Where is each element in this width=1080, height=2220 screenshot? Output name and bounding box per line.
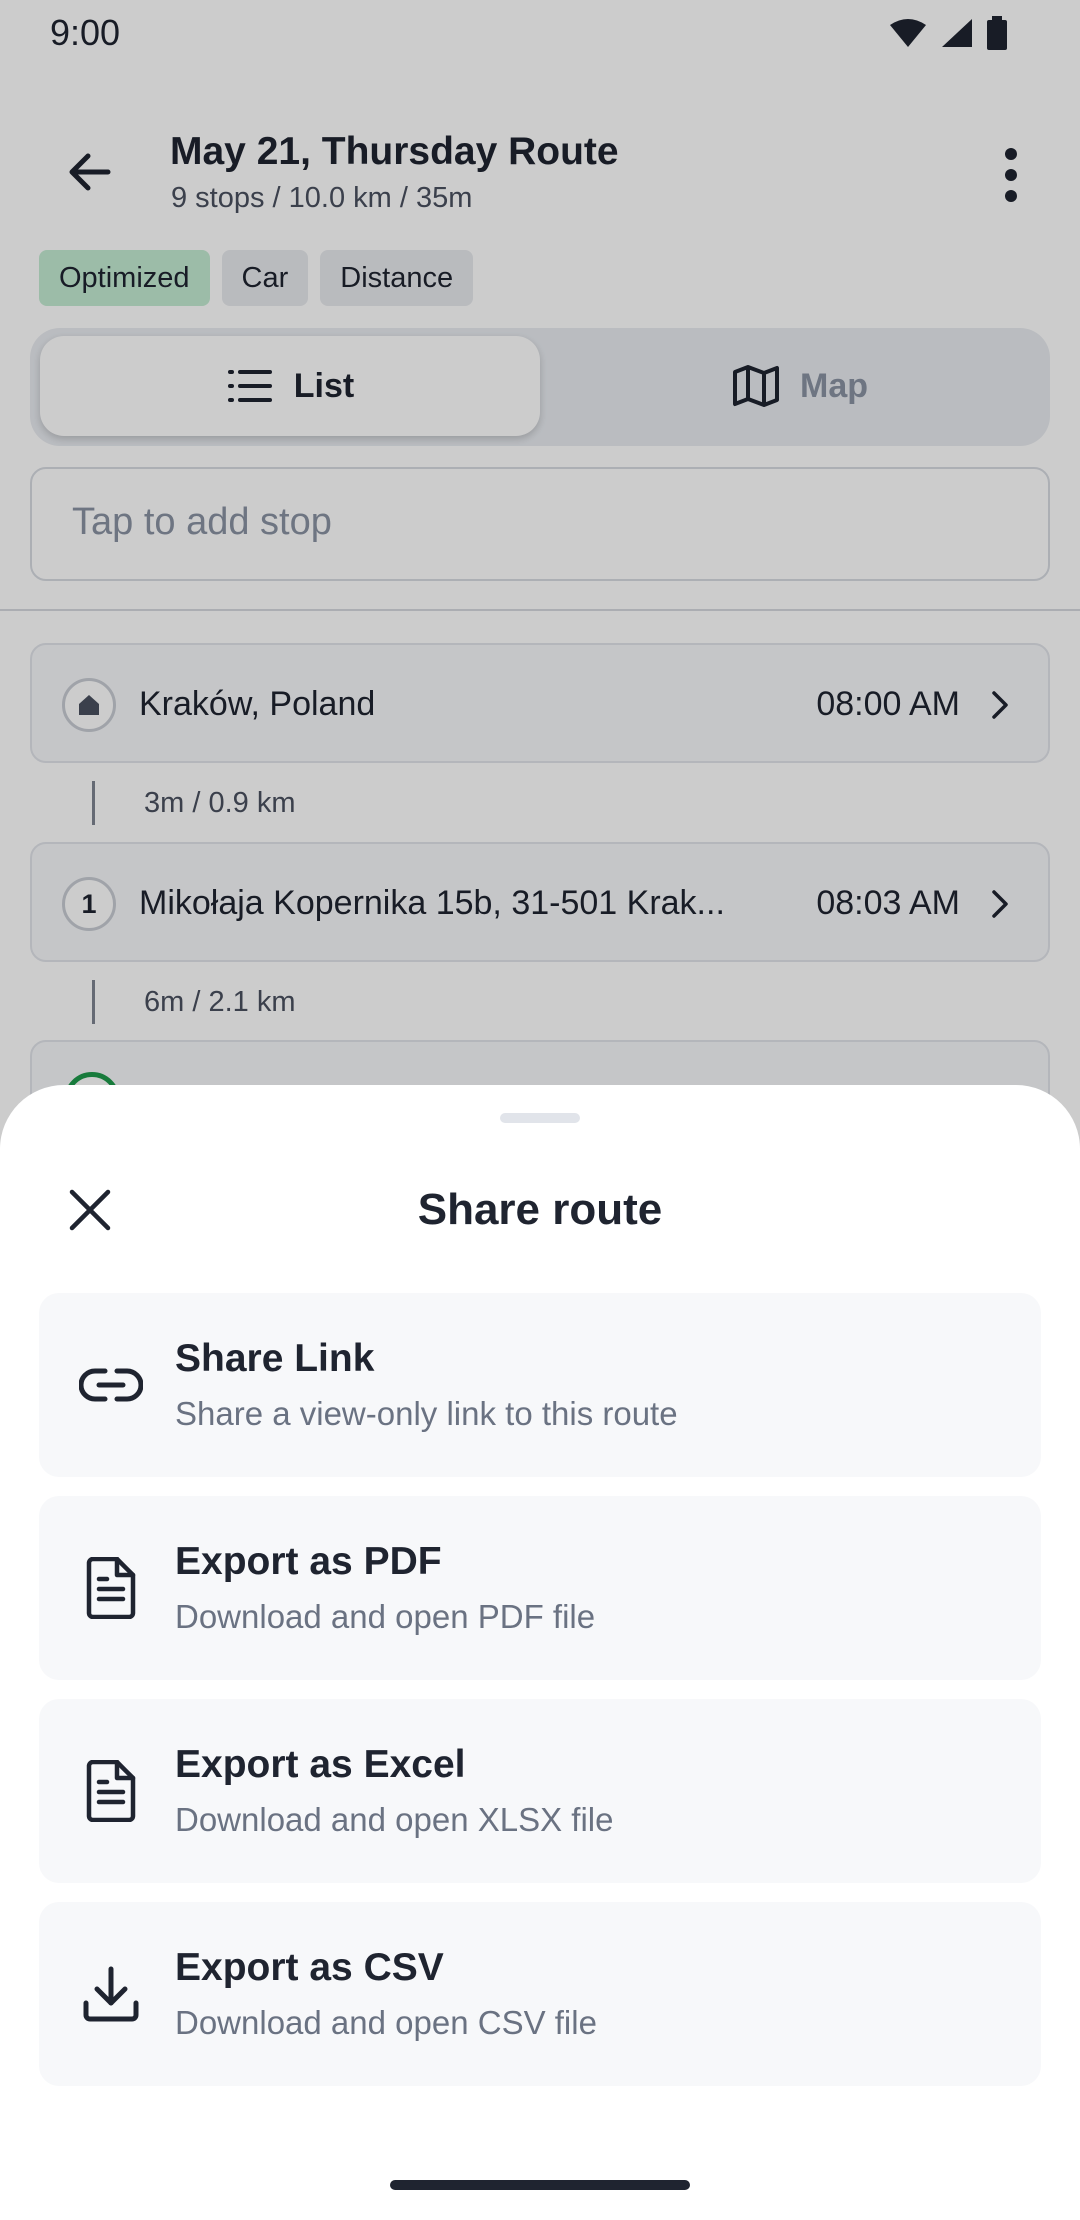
share-route-sheet: Share route Share Link Share a view-only… <box>0 1085 1080 2220</box>
export-pdf-option[interactable]: Export as PDF Download and open PDF file <box>39 1496 1041 1680</box>
download-icon <box>75 1958 147 2030</box>
export-excel-option[interactable]: Export as Excel Download and open XLSX f… <box>39 1699 1041 1883</box>
option-title: Share Link <box>175 1337 375 1380</box>
option-description: Download and open CSV file <box>175 2004 597 2041</box>
option-title: Export as CSV <box>175 1946 444 1989</box>
option-description: Download and open XLSX file <box>175 1801 614 1838</box>
share-link-option[interactable]: Share Link Share a view-only link to thi… <box>39 1293 1041 1477</box>
option-description: Download and open PDF file <box>175 1598 596 1635</box>
option-title: Export as Excel <box>175 1743 466 1786</box>
export-csv-option[interactable]: Export as CSV Download and open CSV file <box>39 1902 1041 2086</box>
document-icon <box>75 1755 147 1827</box>
document-icon <box>75 1552 147 1624</box>
option-title: Export as PDF <box>175 1540 442 1583</box>
drag-handle[interactable] <box>500 1113 580 1123</box>
link-icon <box>75 1349 147 1421</box>
sheet-title: Share route <box>417 1185 663 1234</box>
option-description: Share a view-only link to this route <box>175 1395 678 1432</box>
home-indicator[interactable] <box>390 2180 690 2190</box>
